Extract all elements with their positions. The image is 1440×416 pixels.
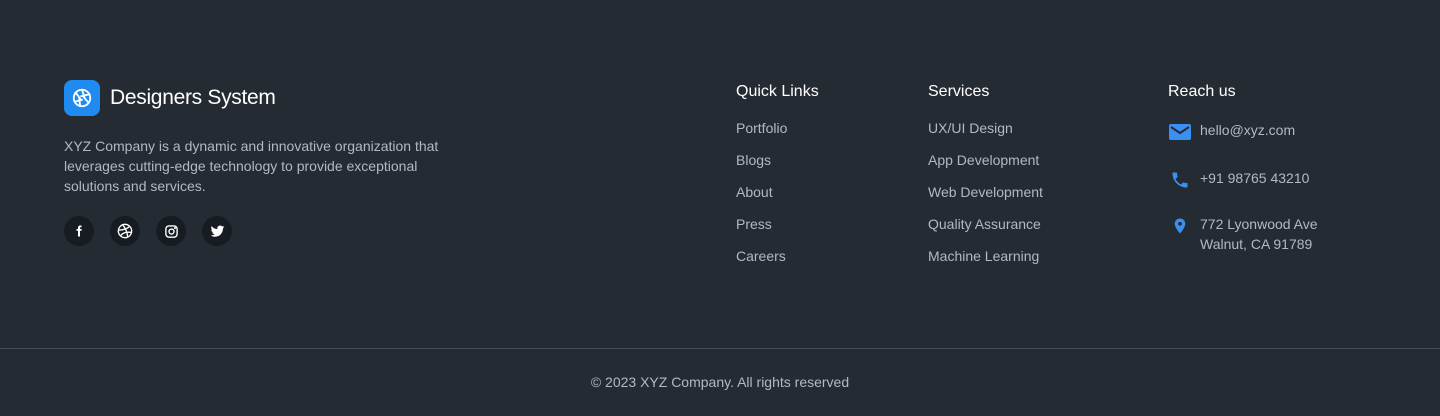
address-text[interactable]: 772 Lyonwood Ave Walnut, CA 91789 — [1200, 214, 1318, 254]
contact-phone[interactable]: +91 98765 43210 — [1168, 168, 1309, 192]
link-portfolio[interactable]: Portfolio — [736, 120, 787, 136]
quick-links-heading: Quick Links — [736, 83, 819, 100]
quick-links-column: Quick Links Portfolio Blogs About Press … — [736, 82, 819, 280]
facebook-icon[interactable] — [64, 216, 94, 246]
location-pin-icon — [1168, 214, 1192, 238]
company-description: XYZ Company is a dynamic and innovative … — [64, 138, 439, 194]
link-careers[interactable]: Careers — [736, 248, 786, 264]
link-web-development[interactable]: Web Development — [928, 184, 1043, 200]
services-heading: Services — [928, 83, 990, 100]
dribbble-icon[interactable] — [110, 216, 140, 246]
link-machine-learning[interactable]: Machine Learning — [928, 248, 1039, 264]
address-line-1: 772 Lyonwood Ave — [1200, 216, 1318, 232]
link-app-development[interactable]: App Development — [928, 152, 1039, 168]
link-ux-ui-design[interactable]: UX/UI Design — [928, 120, 1013, 136]
reach-us-column: Reach us — [1168, 82, 1236, 120]
phone-text[interactable]: +91 98765 43210 — [1200, 168, 1309, 188]
email-text[interactable]: hello@xyz.com — [1200, 120, 1295, 140]
services-column: Services UX/UI Design App Development We… — [928, 82, 1043, 280]
instagram-icon[interactable] — [156, 216, 186, 246]
phone-icon — [1168, 168, 1192, 192]
link-about[interactable]: About — [736, 184, 773, 200]
mail-icon — [1168, 120, 1192, 144]
contact-address[interactable]: 772 Lyonwood Ave Walnut, CA 91789 — [1168, 214, 1318, 254]
reach-us-heading: Reach us — [1168, 83, 1236, 100]
link-blogs[interactable]: Blogs — [736, 152, 771, 168]
brand[interactable]: Designers System — [64, 80, 276, 116]
address-line-2: Walnut, CA 91789 — [1200, 236, 1313, 252]
footer-divider — [0, 348, 1440, 349]
brand-name: Designers System — [110, 86, 276, 109]
contact-email[interactable]: hello@xyz.com — [1168, 120, 1295, 144]
aperture-icon — [64, 80, 100, 116]
link-press[interactable]: Press — [736, 216, 772, 232]
social-links — [64, 216, 232, 246]
twitter-icon[interactable] — [202, 216, 232, 246]
copyright-text: © 2023 XYZ Company. All rights reserved — [590, 374, 850, 390]
link-quality-assurance[interactable]: Quality Assurance — [928, 216, 1041, 232]
